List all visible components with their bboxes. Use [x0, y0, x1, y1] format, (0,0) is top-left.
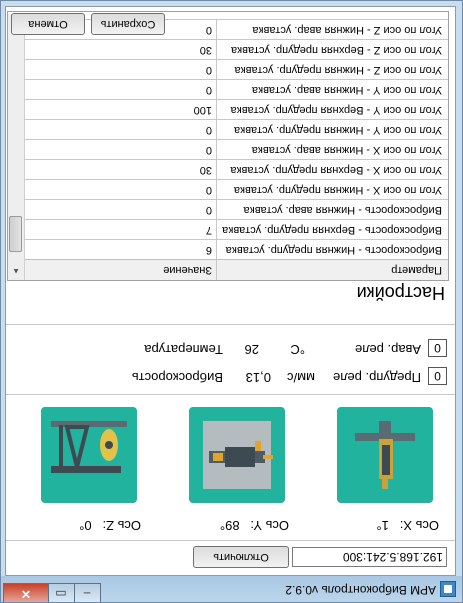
table-row[interactable]: Угол по оси Y - Нижняя предупр. уставка 0: [25, 119, 448, 139]
value-cell[interactable]: 0: [25, 120, 216, 139]
value-cell[interactable]: 7: [25, 220, 216, 239]
param-cell: Виброскорость - Верхняя предупр. уставка: [216, 220, 448, 239]
param-cell: Виброскорость - Нижняя авар. уставка: [216, 200, 448, 219]
temperature-unit: °С: [290, 342, 305, 357]
value-cell[interactable]: 30: [25, 40, 216, 59]
table-row[interactable]: Виброскорость - Нижняя предупр. уставка 6: [25, 239, 448, 259]
param-cell: Угол по оси X - Нижняя авар. уставка: [216, 140, 448, 159]
disconnect-button[interactable]: Отключить: [193, 546, 289, 568]
table-row[interactable]: Угол по оси X - Нижняя авар. уставка 0: [25, 139, 448, 159]
vibration-value: 0,13: [245, 370, 271, 385]
axis-z-readout: Ось Z: 0°: [79, 518, 141, 533]
app-icon: [440, 581, 456, 597]
settings-heading: Настройки: [356, 283, 445, 303]
axis-y-tile: [189, 407, 285, 503]
param-cell: Угол по оси Y - Нижняя авар. уставка: [216, 80, 448, 99]
axis-y-label: Ось Y:: [250, 518, 289, 533]
value-cell[interactable]: 0: [25, 140, 216, 159]
pump-unit-icon: [203, 421, 273, 489]
axis-x-readout: Ось X: 1°: [376, 518, 439, 533]
temperature-label: Температура: [144, 342, 223, 357]
pumpjack-icon: [51, 421, 127, 473]
vibration-label: Виброскорость: [131, 370, 223, 385]
axis-x-value: 1°: [376, 518, 389, 533]
temperature-value: 26: [244, 342, 259, 357]
settings-table[interactable]: Параметр Значение Виброскорость - Нижняя…: [7, 11, 449, 281]
table-row[interactable]: Угол по оси Z - Верхняя предупр. уставка…: [25, 39, 448, 59]
alarm-relay-indicator: 0: [428, 339, 447, 357]
table-row[interactable]: Угол по оси Z - Нижняя авар. уставка 0: [25, 19, 448, 39]
table-row[interactable]: Угол по оси Y - Нижняя авар. уставка 0: [25, 79, 448, 99]
vibration-unit: мм/с: [287, 370, 315, 385]
param-cell: Угол по оси Z - Нижняя предупр. уставка: [216, 60, 448, 79]
scrollbar-thumb[interactable]: [9, 216, 22, 252]
table-row[interactable]: Виброскорость - Верхняя предупр. уставка…: [25, 219, 448, 239]
param-cell: Угол по оси Z - Нижняя авар. уставка: [216, 20, 448, 39]
axis-x-tile: [337, 407, 433, 503]
axis-z-label: Ось Z:: [102, 518, 141, 533]
warning-relay-label: Предупр. реле: [333, 370, 421, 385]
axis-z-value: 0°: [79, 518, 92, 533]
value-cell[interactable]: 0: [25, 60, 216, 79]
minimize-button[interactable]: –: [73, 583, 101, 602]
window-title: АРМ Виброконтроль v0.9.2: [285, 583, 436, 597]
axis-y-value: 89°: [219, 518, 240, 533]
ip-address-input[interactable]: 192.168.5.241:300: [292, 547, 447, 567]
scroll-up-arrow-icon[interactable]: ▲: [12, 267, 20, 276]
divider: [6, 394, 455, 395]
axis-z-tile: [41, 407, 137, 503]
value-cell[interactable]: 0: [25, 180, 216, 199]
maximize-button[interactable]: ▭: [47, 583, 75, 602]
close-button[interactable]: ✕: [3, 583, 49, 602]
param-cell: Угол по оси X - Нижняя предупр. уставка: [216, 180, 448, 199]
value-cell[interactable]: 100: [25, 100, 216, 119]
table-header: Параметр Значение: [25, 259, 448, 280]
alarm-relay-label: Авар. реле: [355, 342, 421, 357]
column-header-param[interactable]: Параметр: [216, 260, 448, 280]
column-header-value[interactable]: Значение: [25, 260, 216, 280]
app-window: АРМ Виброконтроль v0.9.2 – ▭ ✕ 192.168.5…: [0, 0, 463, 603]
table-row[interactable]: Угол по оси X - Верхняя предупр. уставка…: [25, 159, 448, 179]
vertical-scrollbar[interactable]: ▲ ▼: [8, 14, 25, 280]
root: АРМ Виброконтроль v0.9.2 – ▭ ✕ 192.168.5…: [0, 0, 463, 603]
value-cell[interactable]: 30: [25, 160, 216, 179]
table-row[interactable]: Угол по оси X - Нижняя предупр. уставка 0: [25, 179, 448, 199]
param-cell: Угол по оси Y - Верхняя предупр. уставка: [216, 100, 448, 119]
axis-y-readout: Ось Y: 89°: [220, 518, 289, 533]
value-cell[interactable]: 6: [25, 240, 216, 259]
cancel-button[interactable]: Отмена: [11, 13, 85, 35]
title-bar[interactable]: АРМ Виброконтроль v0.9.2 – ▭ ✕: [1, 576, 462, 602]
save-button[interactable]: Сохранить: [91, 13, 165, 35]
divider: [6, 324, 455, 325]
drill-head-icon: [355, 421, 415, 489]
warning-relay-indicator: 0: [428, 367, 447, 385]
value-cell[interactable]: 0: [25, 200, 216, 219]
value-cell[interactable]: 0: [25, 80, 216, 99]
param-cell: Угол по оси Y - Нижняя предупр. уставка: [216, 120, 448, 139]
param-cell: Угол по оси X - Верхняя предупр. уставка: [216, 160, 448, 179]
table-row[interactable]: Виброскорость - Нижняя авар. уставка 0: [25, 199, 448, 219]
main-panel: 192.168.5.241:300 Отключить Ось X: 1° Ос…: [5, 6, 456, 576]
param-cell: Виброскорость - Нижняя предупр. уставка: [216, 240, 448, 259]
table-row[interactable]: Угол по оси Z - Нижняя предупр. уставка 0: [25, 59, 448, 79]
param-cell: Угол по оси Z - Верхняя предупр. уставка: [216, 40, 448, 59]
axis-x-label: Ось X:: [399, 518, 439, 533]
divider: [6, 540, 455, 541]
table-row[interactable]: Угол по оси Y - Верхняя предупр. уставка…: [25, 99, 448, 119]
